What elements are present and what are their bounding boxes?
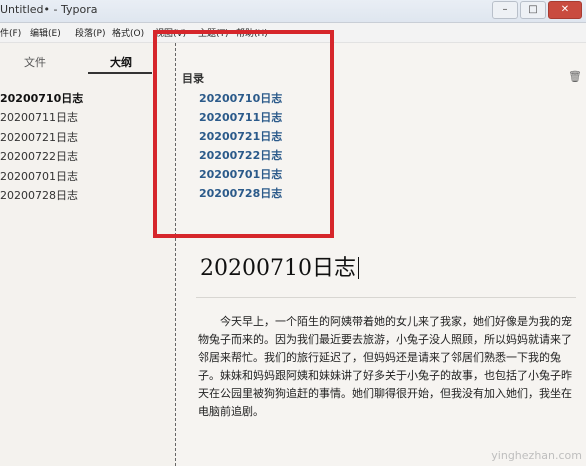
outline-item[interactable]: 20200711日志	[0, 109, 78, 125]
site-watermark: yinghezhan.com	[491, 449, 582, 462]
menu-edit[interactable]: 编辑(E)	[30, 26, 61, 39]
close-button[interactable]: ✕	[548, 1, 582, 19]
outline-item[interactable]: 20200710日志	[0, 90, 83, 106]
tab-files[interactable]: 文件	[24, 54, 46, 70]
maximize-button[interactable]: □	[520, 1, 546, 19]
window-controls: – □ ✕	[492, 1, 582, 19]
menu-file[interactable]: 件(F)	[0, 26, 21, 39]
sidebar: 文件 大纲 20200710日志 20200711日志 20200721日志 2…	[0, 43, 175, 466]
document-heading[interactable]: 20200710日志	[200, 250, 359, 282]
document-heading-text: 20200710日志	[200, 256, 356, 281]
tab-outline[interactable]: 大纲	[110, 54, 132, 70]
trash-icon[interactable]: 🗑	[568, 70, 582, 83]
document-paragraph[interactable]: 今天早上，一个陌生的阿姨带着她的女儿来了我家，她们好像是为我的宠物兔子而来的。因…	[198, 313, 576, 421]
outline-item[interactable]: 20200722日志	[0, 148, 78, 164]
outline-item[interactable]: 20200721日志	[0, 129, 78, 145]
title-bar: Untitled• - Typora – □ ✕	[0, 0, 586, 23]
outline-item[interactable]: 20200701日志	[0, 168, 78, 184]
outline-item[interactable]: 20200728日志	[0, 187, 78, 203]
heading-rule	[196, 297, 576, 298]
active-tab-indicator	[88, 72, 152, 74]
minimize-button[interactable]: –	[492, 1, 518, 19]
menu-format[interactable]: 格式(O)	[112, 26, 144, 39]
text-caret	[357, 257, 359, 279]
window-title: Untitled• - Typora	[0, 3, 98, 16]
highlight-box	[153, 30, 334, 238]
menu-paragraph[interactable]: 段落(P)	[75, 26, 105, 39]
